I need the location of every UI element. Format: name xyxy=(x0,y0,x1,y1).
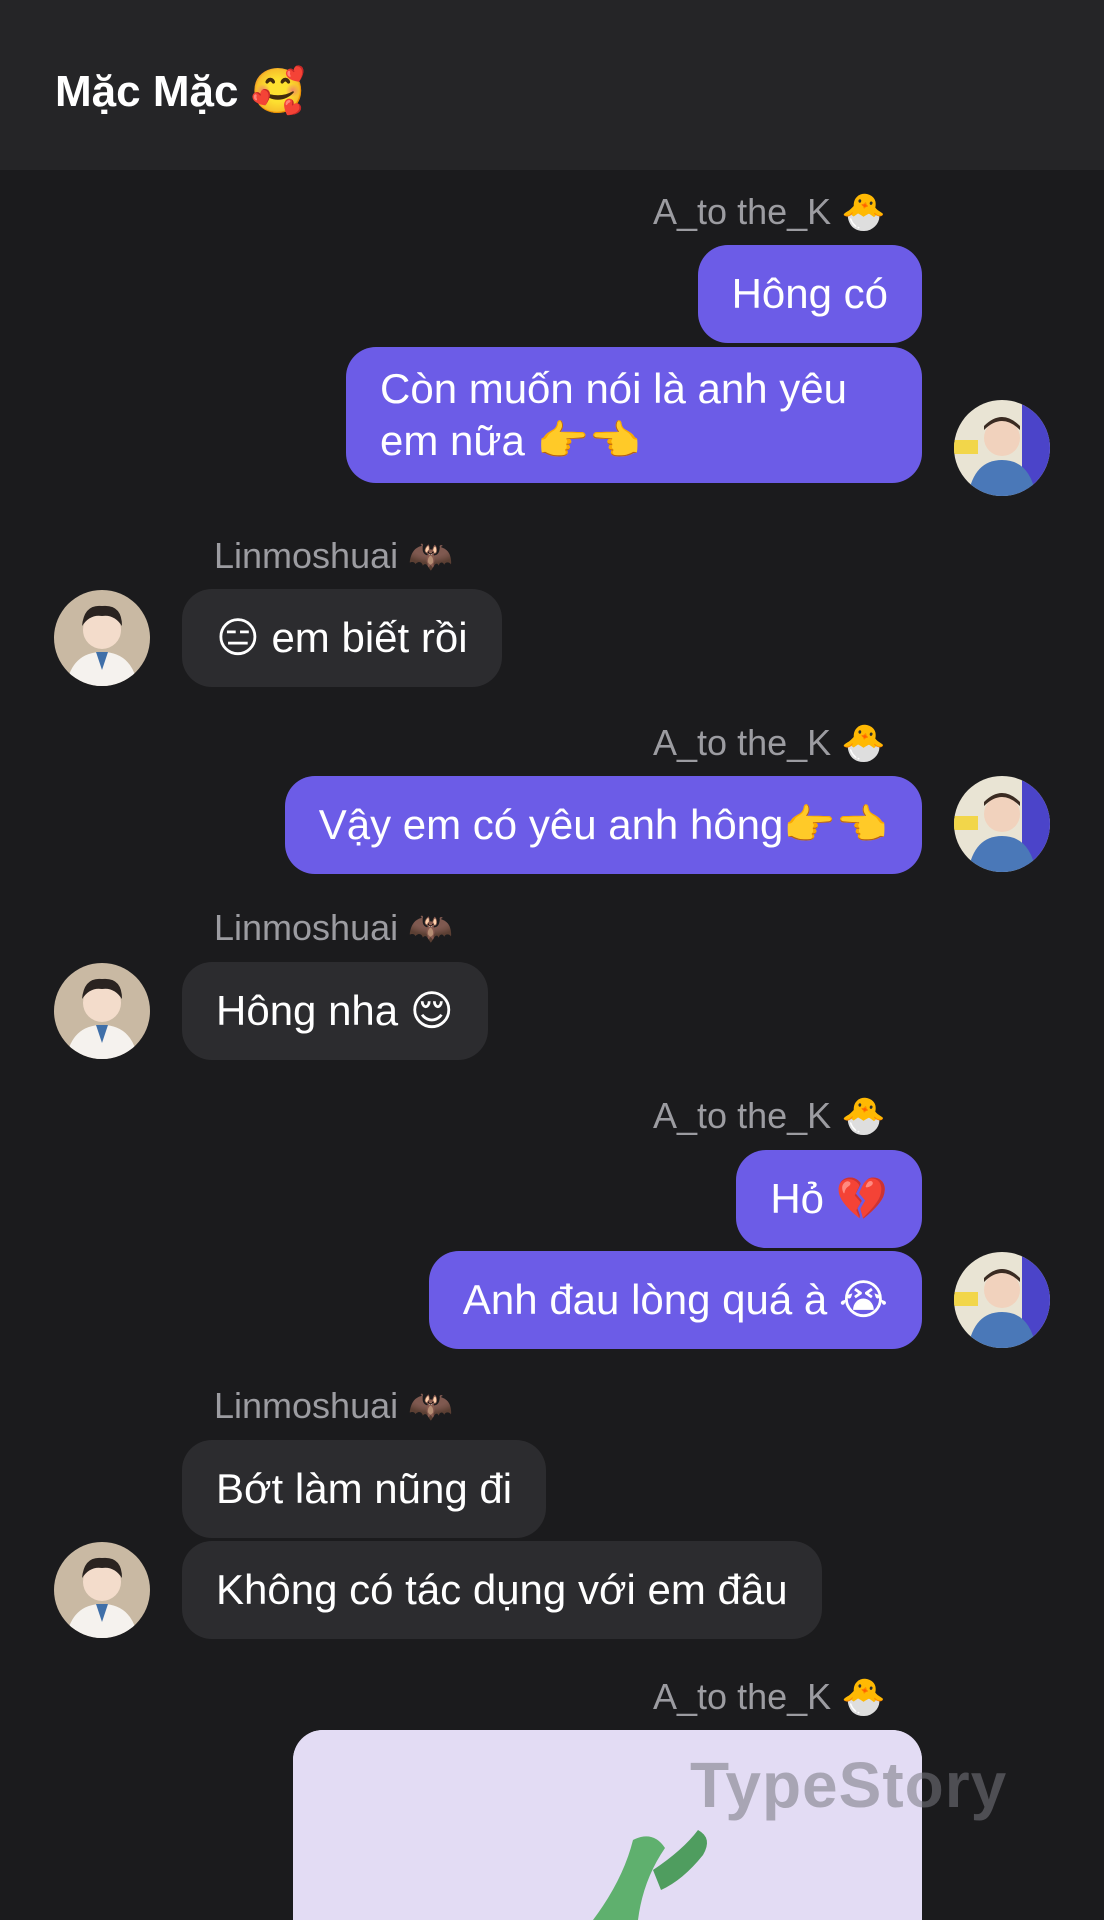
hatching-chick-icon: 🐣 xyxy=(841,1096,886,1137)
message-bubble[interactable]: 😑 em biết rồi xyxy=(182,589,502,687)
sender-name: A_to the_K 🐣 xyxy=(653,1676,886,1718)
hatching-chick-icon: 🐣 xyxy=(841,723,886,764)
avatar[interactable] xyxy=(54,590,150,686)
hatching-chick-icon: 🐣 xyxy=(841,192,886,233)
message-bubble[interactable]: Còn muốn nói là anh yêu em nữa 👉👈 xyxy=(346,347,922,483)
message-bubble[interactable]: Không có tác dụng với em đâu xyxy=(182,1541,822,1639)
bat-icon: 🦇 xyxy=(408,908,453,949)
sender-name: Linmoshuai 🦇 xyxy=(214,535,453,577)
message-bubble[interactable]: Bớt làm nũng đi xyxy=(182,1440,547,1538)
chat-header: Mặc Mặc 🥰 xyxy=(0,0,1104,170)
avatar[interactable] xyxy=(954,400,1050,496)
avatar[interactable] xyxy=(54,1542,150,1638)
chat-title-text: Mặc Mặc xyxy=(55,67,239,116)
message-bubble[interactable]: Hỏ 💔 xyxy=(736,1150,922,1248)
sender-name: A_to the_K 🐣 xyxy=(653,1095,886,1137)
sender-name: Linmoshuai 🦇 xyxy=(214,1385,453,1427)
bat-icon: 🦇 xyxy=(408,1386,453,1427)
sender-name: Linmoshuai 🦇 xyxy=(214,907,453,949)
message-bubble[interactable]: Anh đau lòng quá à 😭 xyxy=(428,1251,922,1349)
message-bubble[interactable]: Hông có xyxy=(697,245,922,343)
message-bubble[interactable]: Hông nha 😌 xyxy=(182,962,488,1060)
avatar[interactable] xyxy=(54,963,150,1059)
sender-name: A_to the_K 🐣 xyxy=(653,191,886,233)
chat-title: Mặc Mặc 🥰 xyxy=(55,64,305,120)
hatching-chick-icon: 🐣 xyxy=(841,1677,886,1718)
avatar[interactable] xyxy=(954,776,1050,872)
chat-screen: Mặc Mặc 🥰 A_to the_K 🐣 Hông có Còn muốn … xyxy=(0,0,1104,1920)
smiling-face-hearts-icon: 🥰 xyxy=(250,66,306,117)
bat-icon: 🦇 xyxy=(408,536,453,577)
avatar[interactable] xyxy=(954,1252,1050,1348)
watermark: TypeStory xyxy=(690,1749,1008,1821)
sender-name: A_to the_K 🐣 xyxy=(653,722,886,764)
message-bubble[interactable]: Vậy em có yêu anh hông👉👈 xyxy=(284,776,922,874)
